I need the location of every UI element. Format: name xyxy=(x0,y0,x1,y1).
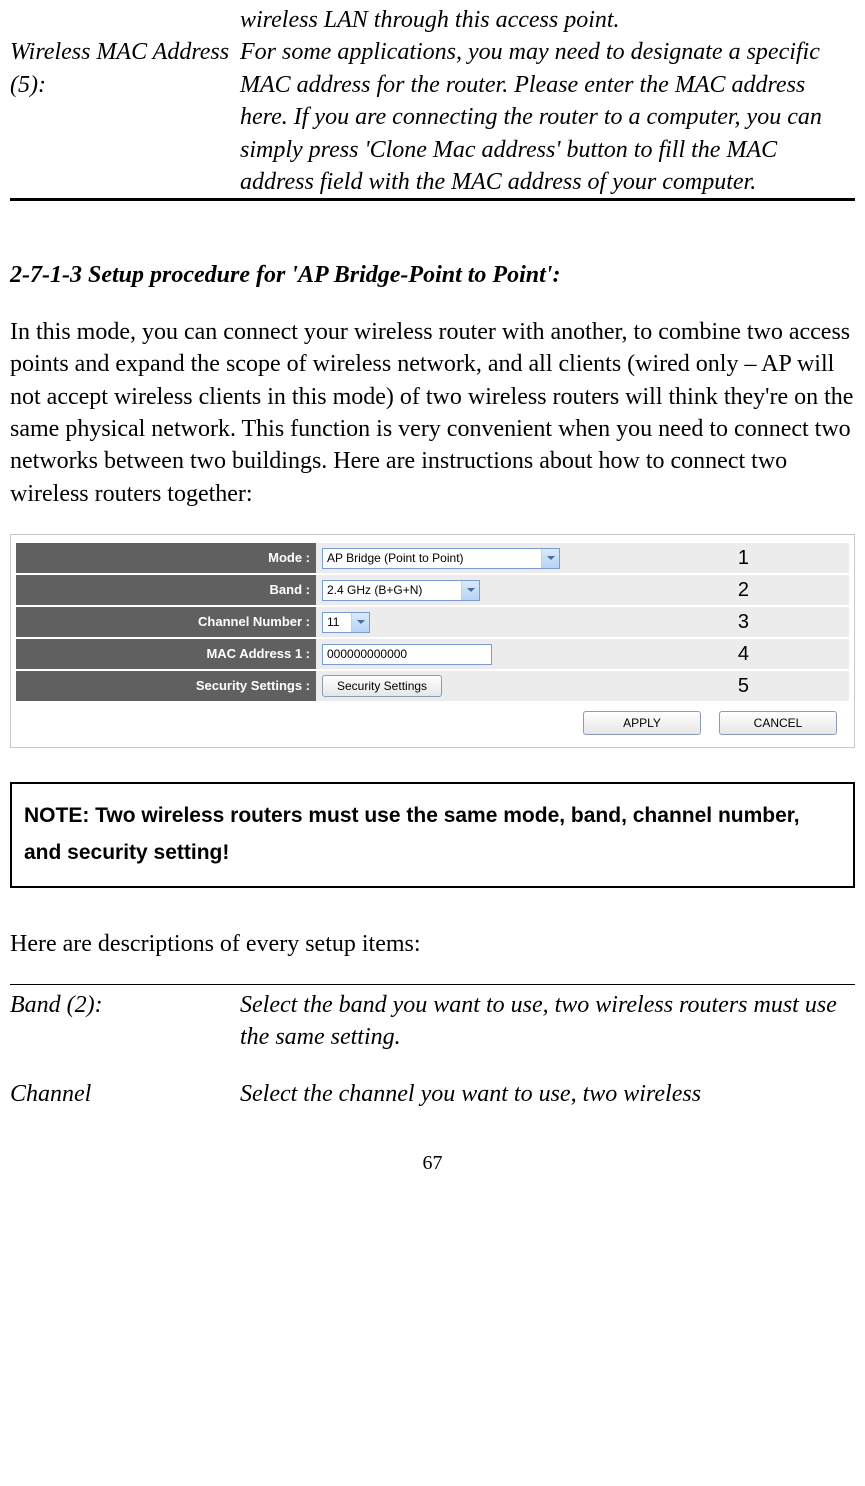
form-button-row: APPLY CANCEL xyxy=(16,703,849,737)
form-row: MAC Address 1 : 000000000000 4 xyxy=(16,639,849,669)
form-input-cell: 11 xyxy=(316,607,849,637)
callout-number: 2 xyxy=(738,577,749,604)
definition-row-band: Band (2): Select the band you want to us… xyxy=(10,989,855,1054)
form-label: Band : xyxy=(16,575,316,605)
section-heading: 2-7-1-3 Setup procedure for 'AP Bridge-P… xyxy=(10,259,855,291)
definition-desc-band: Select the band you want to use, two wir… xyxy=(240,989,855,1054)
form-label: Channel Number : xyxy=(16,607,316,637)
chevron-down-icon xyxy=(541,549,559,568)
definition-term-band: Band (2): xyxy=(10,989,240,1021)
descriptions-intro: Here are descriptions of every setup ite… xyxy=(10,928,855,960)
select-value: 2.4 GHz (B+G+N) xyxy=(327,582,457,598)
callout-number: 4 xyxy=(738,641,749,668)
mac-address-input[interactable]: 000000000000 xyxy=(322,644,492,665)
form-label: Security Settings : xyxy=(16,671,316,701)
definition-desc-wlan: wireless LAN through this access point. xyxy=(240,4,855,36)
form-row: Channel Number : 11 3 xyxy=(16,607,849,637)
definition-row-wireless-mac: Wireless MAC Address (5): For some appli… xyxy=(10,36,855,198)
callout-number: 1 xyxy=(738,545,749,572)
security-settings-button[interactable]: Security Settings xyxy=(322,675,442,697)
settings-form-screenshot: Mode : AP Bridge (Point to Point) 1 Band : 2… xyxy=(10,534,855,748)
form-row: Mode : AP Bridge (Point to Point) 1 xyxy=(16,543,849,573)
intro-paragraph: In this mode, you can connect your wirel… xyxy=(10,316,855,510)
cancel-button[interactable]: CANCEL xyxy=(719,711,837,735)
note-box: NOTE: Two wireless routers must use the … xyxy=(10,782,855,888)
page-number: 67 xyxy=(10,1150,855,1177)
form-row: Security Settings : Security Settings 5 xyxy=(16,671,849,701)
table-top-rule xyxy=(10,984,855,985)
form-label: MAC Address 1 : xyxy=(16,639,316,669)
definition-row-channel: Channel Select the channel you want to u… xyxy=(10,1078,855,1110)
form-input-cell: 000000000000 xyxy=(316,639,849,669)
form-row: Band : 2.4 GHz (B+G+N) 2 xyxy=(16,575,849,605)
select-band[interactable]: 2.4 GHz (B+G+N) xyxy=(322,580,480,601)
form-input-cell: AP Bridge (Point to Point) xyxy=(316,543,849,573)
select-channelnumber[interactable]: 11 xyxy=(322,612,370,633)
chevron-down-icon xyxy=(461,581,479,600)
definition-desc-wireless-mac: For some applications, you may need to d… xyxy=(240,36,855,198)
callout-number: 3 xyxy=(738,609,749,636)
definition-term-wireless-mac: Wireless MAC Address (5): xyxy=(10,36,240,101)
definition-term-channel: Channel xyxy=(10,1078,240,1110)
definition-row-continuation: wireless LAN through this access point. xyxy=(10,4,855,36)
section-divider-thick xyxy=(10,198,855,201)
chevron-down-icon xyxy=(351,613,369,632)
select-value: 11 xyxy=(327,614,347,630)
select-mode[interactable]: AP Bridge (Point to Point) xyxy=(322,548,560,569)
select-value: AP Bridge (Point to Point) xyxy=(327,550,537,566)
callout-number: 5 xyxy=(738,673,749,700)
form-label: Mode : xyxy=(16,543,316,573)
form-input-cell: Security Settings xyxy=(316,671,849,701)
form-input-cell: 2.4 GHz (B+G+N) xyxy=(316,575,849,605)
apply-button[interactable]: APPLY xyxy=(583,711,701,735)
definition-desc-channel: Select the channel you want to use, two … xyxy=(240,1078,855,1110)
